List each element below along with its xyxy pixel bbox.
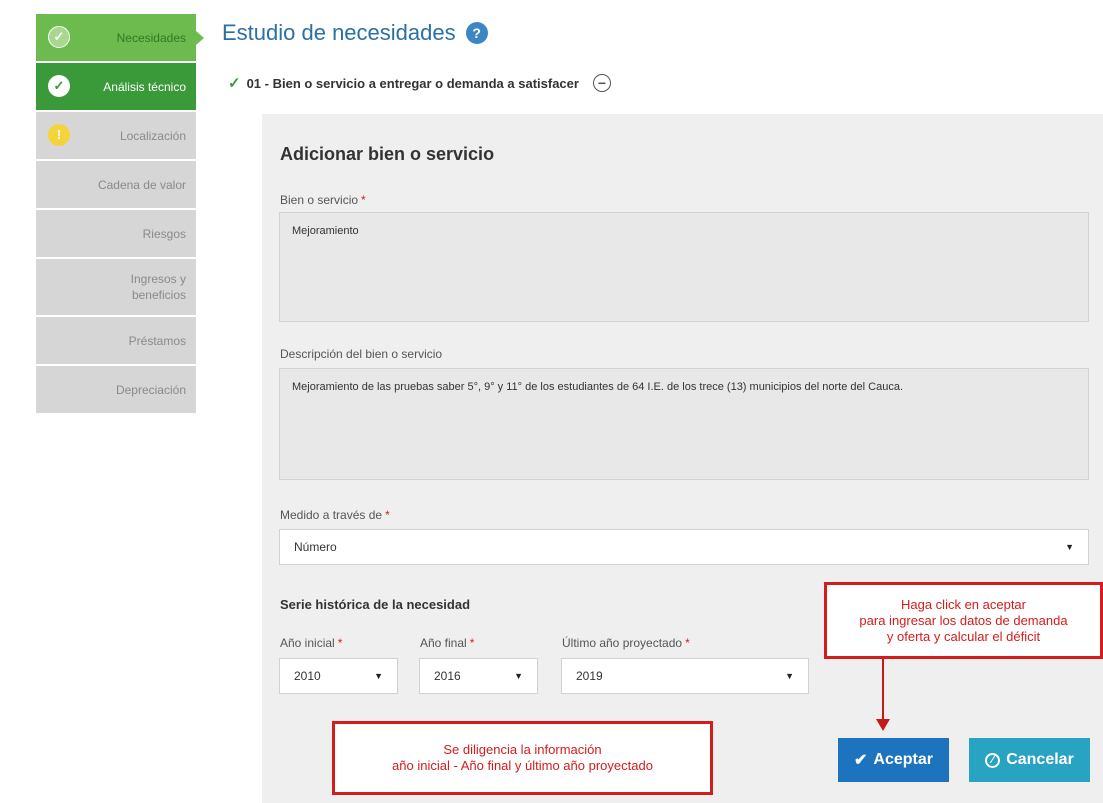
cancel-button[interactable]: ⁄ Cancelar <box>969 738 1090 782</box>
descripcion-value: Mejoramiento de las pruebas saber 5°, 9°… <box>292 381 903 393</box>
bien-value: Mejoramiento <box>292 225 359 237</box>
page-title: Estudio de necesidades ? <box>222 20 488 46</box>
warning-icon: ! <box>48 124 70 146</box>
sidebar-item-label: Ingresos y beneficios <box>130 272 186 302</box>
sidebar-item-depreciacion[interactable]: Depreciación <box>36 366 196 413</box>
callout-line: y oferta y calcular el déficit <box>886 628 1041 644</box>
sidebar-item-cadena-de-valor[interactable]: Cadena de valor <box>36 161 196 208</box>
sidebar-item-localizacion[interactable]: ! Localización <box>36 112 196 159</box>
medido-label: Medido a través de * <box>280 508 390 522</box>
section-header[interactable]: ✓ 01 - Bien o servicio a entregar o dema… <box>228 74 611 92</box>
bien-label-text: Bien o servicio <box>280 193 359 207</box>
descripcion-label: Descripción del bien o servicio <box>280 347 443 361</box>
required-mark: * <box>361 193 366 207</box>
ultimo-label: Último año proyectado * <box>562 636 690 650</box>
required-mark: * <box>685 636 690 650</box>
accept-callout: Haga click en aceptar para ingresar los … <box>824 582 1103 659</box>
sidebar-item-prestamos[interactable]: Préstamos <box>36 317 196 364</box>
check-icon: ✓ <box>48 75 70 97</box>
accept-label: Aceptar <box>873 751 933 768</box>
anio-inicial-value: 2010 <box>294 669 321 683</box>
sidebar-item-analisis-tecnico[interactable]: ✓ Análisis técnico <box>36 63 196 110</box>
callout-arrow-line <box>882 659 884 721</box>
wizard-sidebar: ✓ Necesidades ✓ Análisis técnico ! Local… <box>36 14 204 415</box>
years-callout: Se diligencia la información año inicial… <box>332 721 713 795</box>
caret-down-icon: ▼ <box>1065 542 1074 552</box>
sidebar-item-ingresos-beneficios[interactable]: Ingresos y beneficios <box>36 259 196 315</box>
serie-title: Serie histórica de la necesidad <box>280 597 471 612</box>
cancel-label: Cancelar <box>1006 751 1074 768</box>
required-mark: * <box>385 508 390 522</box>
anio-final-label-text: Año final <box>420 636 467 650</box>
cancel-icon: ⁄ <box>985 752 1001 768</box>
check-icon: ✔ <box>854 752 868 769</box>
sidebar-item-riesgos[interactable]: Riesgos <box>36 210 196 257</box>
descripcion-textarea[interactable]: Mejoramiento de las pruebas saber 5°, 9°… <box>279 368 1089 480</box>
check-icon: ✓ <box>48 26 70 48</box>
sidebar-item-label: Riesgos <box>142 226 186 241</box>
callout-line: año inicial - Año final y último año pro… <box>392 758 653 773</box>
ultimo-value: 2019 <box>576 669 603 683</box>
section-title: - Bien o servicio a entregar o demanda a… <box>261 75 579 91</box>
required-mark: * <box>469 636 475 650</box>
anio-final-select[interactable]: 2016 ▼ <box>419 658 538 694</box>
medido-label-text: Medido a través de <box>280 508 383 522</box>
anio-inicial-label: Año inicial * <box>280 636 342 650</box>
arrow-down-icon <box>876 719 890 731</box>
anio-inicial-select[interactable]: 2010 ▼ <box>279 658 398 694</box>
sidebar-item-label: Préstamos <box>128 333 186 348</box>
callout-line: Se diligencia la información <box>443 742 602 757</box>
help-icon[interactable]: ? <box>465 22 488 44</box>
sidebar-item-label: Necesidades <box>116 30 186 45</box>
check-icon: ✓ <box>228 75 241 92</box>
medido-value: Número <box>294 540 337 554</box>
sidebar-item-label: Depreciación <box>115 382 186 397</box>
collapse-icon[interactable]: − <box>592 74 611 92</box>
ultimo-select[interactable]: 2019 ▼ <box>561 658 809 694</box>
accept-button[interactable]: ✔ Aceptar <box>838 738 949 782</box>
sidebar-item-necesidades[interactable]: ✓ Necesidades <box>36 14 204 61</box>
ultimo-label-text: Último año proyectado <box>562 636 683 650</box>
section-number: 01 <box>246 75 262 91</box>
sidebar-item-label: Análisis técnico <box>103 79 186 94</box>
caret-down-icon: ▼ <box>785 671 794 681</box>
required-mark: * <box>337 636 343 650</box>
sidebar-item-label: Localización <box>119 128 186 143</box>
anio-final-value: 2016 <box>434 669 461 683</box>
bien-input[interactable]: Mejoramiento <box>279 212 1089 322</box>
callout-line: para ingresar los datos de demanda <box>859 612 1068 628</box>
callout-line: Haga click en aceptar <box>900 596 1026 612</box>
sidebar-item-label: Cadena de valor <box>97 177 186 192</box>
anio-final-label: Año final * <box>420 636 474 650</box>
bien-label: Bien o servicio * <box>280 193 366 207</box>
medido-select[interactable]: Número ▼ <box>279 529 1089 565</box>
caret-down-icon: ▼ <box>374 671 383 681</box>
anio-inicial-label-text: Año inicial <box>280 636 335 650</box>
form-title: Adicionar bien o servicio <box>280 144 495 164</box>
caret-down-icon: ▼ <box>514 671 523 681</box>
page-title-text: Estudio de necesidades <box>222 20 456 45</box>
